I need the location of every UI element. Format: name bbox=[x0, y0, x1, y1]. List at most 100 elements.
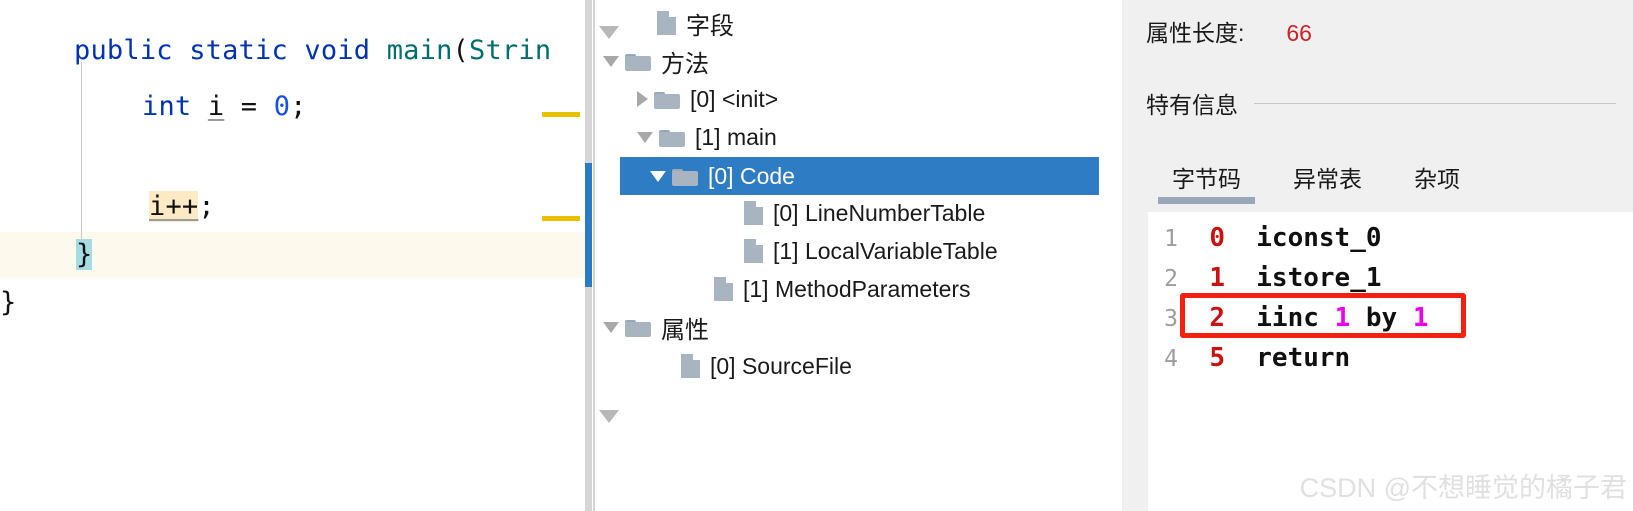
code-line: } bbox=[76, 232, 93, 278]
document-icon bbox=[714, 277, 733, 301]
warning-marker[interactable] bbox=[542, 112, 580, 117]
tree-item-label: [1] LocalVariableTable bbox=[773, 237, 998, 264]
folder-icon bbox=[672, 166, 698, 186]
line-number: 4 bbox=[1164, 346, 1178, 372]
attribute-length-row: 属性长度: 66 bbox=[1146, 14, 1312, 48]
code-token: main bbox=[386, 35, 453, 66]
indent-guide bbox=[81, 62, 82, 244]
document-icon bbox=[657, 11, 676, 35]
chevron-down-icon[interactable] bbox=[637, 131, 653, 143]
editor-scrollbar-track[interactable] bbox=[585, 0, 592, 511]
detail-tabs[interactable]: 字节码 异常表 杂项 bbox=[1158, 160, 1498, 204]
attribute-detail-panel: 属性长度: 66 特有信息 字节码 异常表 杂项 1 0 iconst_0 2 1 i… bbox=[1122, 0, 1633, 511]
tab-inactive[interactable]: 异常表 bbox=[1279, 160, 1376, 204]
code-token: public bbox=[74, 35, 173, 66]
tree-item[interactable]: [0] <init> bbox=[599, 80, 1122, 118]
code-token: } bbox=[0, 287, 17, 318]
tree-item[interactable]: 方法 bbox=[599, 42, 1122, 80]
code-line: i++; bbox=[149, 184, 215, 230]
tree-item[interactable]: [1] main bbox=[599, 118, 1122, 156]
tab-inactive[interactable]: 杂项 bbox=[1400, 160, 1474, 204]
code-editor-pane[interactable]: public static void main(Strin int i = 0; i… bbox=[0, 0, 592, 511]
code-line: public static void main(Strin bbox=[74, 28, 551, 74]
warning-marker[interactable] bbox=[542, 216, 580, 221]
tree-item-label: [0] Code bbox=[708, 162, 795, 189]
tree-item-label: [1] MethodParameters bbox=[743, 275, 971, 302]
tree-item-label: [1] main bbox=[695, 123, 777, 150]
attribute-length-label: 属性长度: bbox=[1146, 20, 1245, 46]
folder-icon bbox=[625, 317, 651, 337]
bytecode-line: 2 1 istore_1 bbox=[1148, 258, 1382, 298]
bytecode-line: 1 0 iconst_0 bbox=[1148, 218, 1382, 258]
code-token: void bbox=[304, 35, 371, 66]
bytecode-token bbox=[1225, 343, 1256, 373]
code-token: ( bbox=[452, 35, 469, 66]
tab-active[interactable]: 字节码 bbox=[1158, 160, 1255, 204]
tree-item-label: 属性 bbox=[661, 316, 709, 344]
code-line: int i = 0; bbox=[142, 84, 307, 130]
bytecode-line: 4 5 return bbox=[1148, 338, 1350, 378]
bytecode-token: return bbox=[1256, 343, 1351, 373]
watermark-text: CSDN @不想睡觉的橘子君 bbox=[1299, 473, 1627, 503]
bytecode-token: 5 bbox=[1209, 343, 1225, 373]
bytecode-token: 1 bbox=[1209, 263, 1225, 293]
bytecode-token bbox=[1225, 223, 1256, 253]
tree-item[interactable]: [1] MethodParameters bbox=[599, 270, 1122, 308]
code-line: } bbox=[0, 280, 16, 326]
tree-item-label: [0] LineNumberTable bbox=[773, 199, 986, 226]
line-number: 2 bbox=[1164, 266, 1178, 292]
folder-icon bbox=[625, 51, 651, 71]
tree-item[interactable]: 属性 bbox=[599, 308, 1122, 346]
tree-item[interactable]: [0] Code bbox=[620, 157, 1099, 195]
bytecode-line: 3 2 iinc 1 by 1 bbox=[1148, 298, 1429, 338]
chevron-right-icon[interactable] bbox=[637, 91, 648, 107]
folder-icon bbox=[654, 89, 680, 109]
code-token: static bbox=[189, 35, 288, 66]
chevron-down-icon[interactable] bbox=[650, 170, 666, 182]
tree-item-label: [0] <init> bbox=[690, 85, 779, 112]
code-token: Strin bbox=[469, 35, 552, 66]
code-token: ; bbox=[290, 91, 307, 122]
chevron-down-icon[interactable] bbox=[603, 321, 619, 333]
attribute-length-value: 66 bbox=[1286, 20, 1312, 46]
tree-item[interactable]: [0] LineNumberTable bbox=[599, 194, 1122, 232]
document-icon bbox=[681, 354, 700, 378]
document-icon bbox=[744, 201, 763, 225]
bytecode-token: 1 bbox=[1412, 303, 1429, 333]
editor-tree-divider[interactable] bbox=[593, 0, 595, 511]
tree-item[interactable]: 字段 bbox=[599, 4, 1122, 42]
tree-item-label: 方法 bbox=[661, 50, 709, 78]
bytecode-token: iconst_0 bbox=[1256, 223, 1382, 253]
chevron-down-icon[interactable] bbox=[603, 55, 619, 67]
bytecode-token: 0 bbox=[1209, 223, 1225, 253]
tree-item[interactable]: [1] LocalVariableTable bbox=[599, 232, 1122, 270]
folder-icon bbox=[659, 127, 685, 147]
bytecode-token: istore_1 bbox=[1256, 263, 1382, 293]
tree-item[interactable]: [0] SourceFile bbox=[599, 347, 1122, 385]
scroll-down-icon[interactable] bbox=[599, 410, 619, 423]
tree-item-label: 字段 bbox=[686, 12, 734, 40]
bytecode-token: iinc bbox=[1256, 303, 1335, 333]
specific-info-section-header: 特有信息 bbox=[1146, 86, 1616, 120]
bytecode-token: 1 bbox=[1334, 303, 1351, 333]
document-icon bbox=[744, 239, 763, 263]
specific-info-title: 特有信息 bbox=[1146, 92, 1238, 118]
editor-scrollbar-thumb[interactable] bbox=[585, 163, 592, 287]
section-divider bbox=[1254, 102, 1616, 104]
code-token: ; bbox=[198, 191, 215, 222]
code-token: i bbox=[207, 91, 225, 122]
bytecode-token: 2 bbox=[1209, 303, 1225, 333]
bytecode-token: by bbox=[1350, 303, 1413, 333]
class-structure-tree[interactable]: 字段方法 [0] <init> [1] main [0] Code [0] LineNu… bbox=[599, 0, 1122, 511]
line-number: 1 bbox=[1164, 226, 1178, 252]
tree-item-label: [0] SourceFile bbox=[710, 352, 852, 379]
code-token: 0 bbox=[273, 91, 291, 122]
code-token: = bbox=[224, 91, 274, 122]
